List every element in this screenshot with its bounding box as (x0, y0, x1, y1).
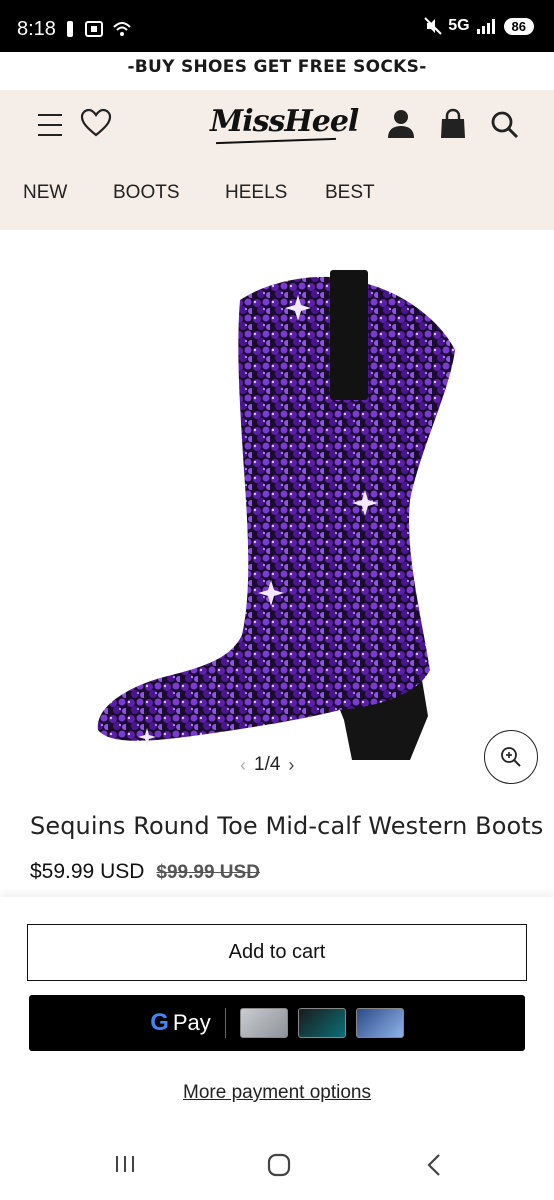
image-pager: ‹ 1/4 › (240, 754, 294, 776)
nav-item-new[interactable]: NEW (23, 182, 67, 204)
menu-icon[interactable] (38, 114, 62, 136)
next-image-icon[interactable]: › (288, 755, 294, 776)
wishlist-heart-icon[interactable] (80, 108, 112, 138)
zoom-in-icon (501, 747, 521, 767)
image-pager-count: 1/4 (254, 754, 281, 775)
mute-icon (424, 17, 442, 35)
site-logo[interactable]: MissHeel (210, 104, 359, 139)
wifi-icon (113, 22, 131, 36)
nav-item-heels[interactable]: HEELS (225, 182, 287, 204)
product-title: Sequins Round Toe Mid-calf Western Boots (30, 812, 544, 840)
home-icon[interactable] (266, 1152, 292, 1178)
google-pay-logo: G Pay (150, 1009, 211, 1037)
card-icon-2 (297, 1008, 346, 1038)
product-image[interactable] (0, 250, 554, 770)
cart-bag-icon[interactable] (439, 108, 467, 140)
boot-shaft (97, 276, 455, 741)
status-notification-icons (64, 20, 132, 38)
signal-icon (476, 19, 495, 34)
compare-at-price: $99.99 USD (156, 862, 260, 883)
gpay-label: Pay (172, 1010, 211, 1035)
account-icon[interactable] (386, 108, 416, 140)
google-pay-button[interactable]: G Pay (29, 995, 525, 1051)
prev-image-icon[interactable]: ‹ (240, 755, 246, 776)
nav-item-best[interactable]: BEST (325, 182, 375, 204)
search-icon[interactable] (490, 110, 520, 140)
network-type: 5G (448, 17, 470, 34)
google-g-icon: G (150, 1009, 169, 1036)
boot-pull-tab (330, 270, 368, 400)
status-time: 8:18 (17, 18, 56, 40)
recents-icon[interactable] (114, 1154, 136, 1174)
more-payment-options-link[interactable]: More payment options (0, 1082, 554, 1104)
battery-indicator: 86 (503, 17, 534, 35)
card-icon-3 (355, 1008, 404, 1038)
screenshot-icon (85, 21, 103, 37)
sale-price: $59.99 USD (30, 860, 145, 883)
promo-banner[interactable]: -BUY SHOES GET FREE SOCKS- (0, 52, 554, 90)
zoom-button[interactable] (484, 730, 538, 784)
back-icon[interactable] (424, 1152, 444, 1178)
price-row: $59.99 USD $99.99 USD (30, 860, 260, 884)
site-header: MissHeel NEW BOOTS HEELS BEST (0, 90, 554, 230)
status-right: 5G 86 (424, 17, 534, 35)
notification-icon (67, 21, 73, 37)
card-icon-1 (239, 1008, 288, 1038)
add-to-cart-button[interactable]: Add to cart (27, 924, 527, 981)
system-nav-bar (0, 1132, 554, 1200)
gpay-divider (224, 1008, 226, 1038)
nav-item-boots[interactable]: BOOTS (113, 182, 180, 204)
